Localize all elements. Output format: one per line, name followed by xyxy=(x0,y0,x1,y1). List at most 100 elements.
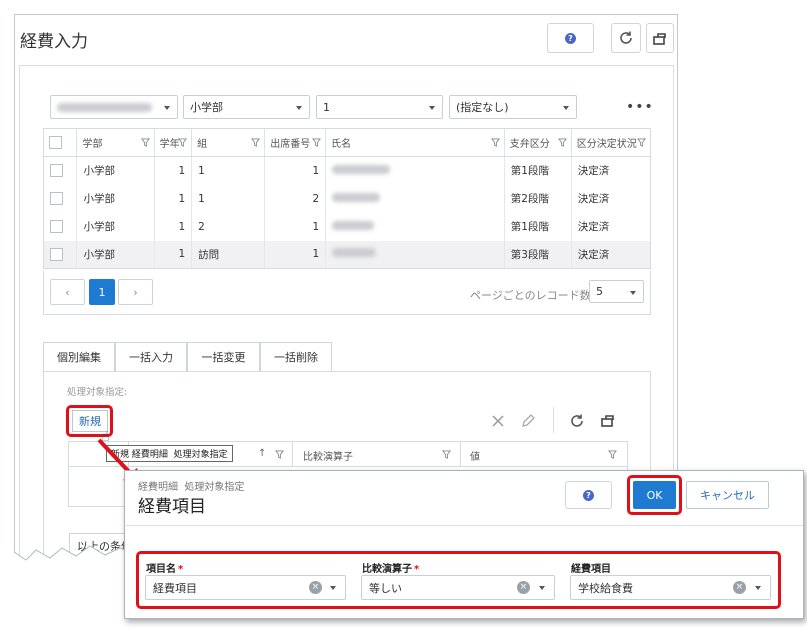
clear-icon[interactable]: × xyxy=(733,581,746,594)
item-name-select[interactable]: 経費項目 × xyxy=(145,575,346,600)
clear-icon[interactable]: × xyxy=(309,581,322,594)
col-header-name[interactable]: 氏名 xyxy=(325,128,505,157)
col-header-operator[interactable]: 比較演算子 xyxy=(303,448,353,463)
toolbar-divider xyxy=(553,407,554,433)
filter-icon[interactable] xyxy=(557,138,567,147)
operator-value: 等しい xyxy=(369,581,402,595)
tab-bulk-change[interactable]: 一括変更 xyxy=(187,342,260,372)
cell-name xyxy=(325,212,505,241)
col-header-grade[interactable]: 学年 xyxy=(154,128,193,157)
table-row[interactable]: 小学部 1 1 2 第2段階 決定済 xyxy=(43,184,651,213)
cell-attendance-no: 1 xyxy=(264,156,327,185)
select-all-cell[interactable] xyxy=(43,128,78,157)
cell-payment-class: 第1段階 xyxy=(504,212,572,241)
col-divider xyxy=(460,441,461,467)
level-select[interactable]: 小学部 xyxy=(183,95,310,119)
cell-class: 1 xyxy=(191,156,266,185)
filter-icon[interactable] xyxy=(608,450,617,459)
cell-class: 2 xyxy=(191,212,266,241)
sort-up-icon[interactable]: ↑ xyxy=(258,448,266,459)
grade-select[interactable]: 1 xyxy=(316,95,443,119)
row-checkbox[interactable] xyxy=(50,220,63,233)
dialog-help-button[interactable]: ? xyxy=(565,481,612,509)
item-name-value: 経費項目 xyxy=(153,581,197,595)
filter-icon[interactable] xyxy=(178,138,188,147)
close-icon[interactable] xyxy=(491,414,505,428)
col-header-attendance-no[interactable]: 出席番号 xyxy=(264,128,327,157)
cell-department: 小学部 xyxy=(76,156,155,185)
col-header-value[interactable]: 値 xyxy=(470,448,480,463)
table-row[interactable]: 小学部 1 訪問 1 第3段階 決定済 xyxy=(43,240,651,269)
row-select-cell[interactable] xyxy=(43,184,78,213)
unlock-icon[interactable] xyxy=(600,412,616,428)
filter-icon[interactable] xyxy=(312,138,322,147)
tab-individual-edit[interactable]: 個別編集 xyxy=(43,342,115,372)
dialog-title: 経費項目 xyxy=(138,497,206,517)
filter-icon[interactable] xyxy=(251,138,261,147)
tab-bulk-input[interactable]: 一括入力 xyxy=(115,342,187,372)
cell-department: 小学部 xyxy=(76,240,155,269)
field-label-operator: 比較演算子 * xyxy=(362,564,420,575)
filter-icon[interactable] xyxy=(637,138,646,147)
next-page-button[interactable]: › xyxy=(118,279,153,305)
cell-status: 決定済 xyxy=(571,240,651,269)
page-1-button[interactable]: 1 xyxy=(89,279,115,305)
cancel-button[interactable]: キャンセル xyxy=(686,481,769,509)
col-header-class[interactable]: 組 xyxy=(191,128,266,157)
refresh-button[interactable] xyxy=(611,23,641,53)
help-icon: ? xyxy=(583,489,594,501)
cell-grade: 1 xyxy=(154,184,193,213)
cell-name xyxy=(325,240,505,269)
col-header-payment-class[interactable]: 支弁区分 xyxy=(504,128,572,157)
more-icon[interactable]: ••• xyxy=(626,99,654,115)
dialog-divider xyxy=(125,525,803,526)
prev-page-button[interactable]: ‹ xyxy=(50,279,85,305)
cell-status: 決定済 xyxy=(577,193,610,205)
unlock-icon xyxy=(653,33,666,45)
operator-select[interactable]: 等しい × xyxy=(361,575,555,600)
filter-icon[interactable] xyxy=(140,138,150,147)
pencil-icon[interactable] xyxy=(521,414,535,428)
per-page-select[interactable]: 5 xyxy=(589,280,644,303)
ok-button[interactable]: OK xyxy=(633,481,676,509)
class-value: (指定なし) xyxy=(456,101,509,114)
condition-dialog: 経費明細 処理対象指定 経費項目 ? OK キャンセル 項目名 * 経費項目 × 比… xyxy=(124,470,804,619)
target-spec-label: 処理対象指定: xyxy=(67,387,128,398)
cell-attendance-no: 2 xyxy=(264,184,327,213)
cell-name xyxy=(325,156,505,185)
select-all-checkbox[interactable] xyxy=(49,136,62,149)
clear-icon[interactable]: × xyxy=(517,581,530,594)
cell-grade: 1 xyxy=(154,156,193,185)
table-row[interactable]: 小学部 1 2 1 第1段階 決定済 xyxy=(43,212,651,241)
popout-button[interactable] xyxy=(646,23,674,53)
filter-icon[interactable] xyxy=(275,450,284,459)
cell-payment-class: 第3段階 xyxy=(504,240,572,269)
expense-item-select[interactable]: 学校給食費 × xyxy=(570,575,771,600)
level-value: 小学部 xyxy=(190,101,223,114)
help-button[interactable]: ? xyxy=(547,23,594,53)
cell-payment-class: 第1段階 xyxy=(504,156,572,185)
cell-status: 決定済 xyxy=(577,221,610,233)
row-select-cell[interactable] xyxy=(43,240,78,269)
row-checkbox[interactable] xyxy=(50,247,63,261)
grade-value: 1 xyxy=(323,100,330,114)
row-checkbox[interactable] xyxy=(50,164,63,178)
row-select-cell[interactable] xyxy=(43,156,78,185)
table-header-row: 学部 学年 組 出席番号 氏名 支弁区分 区分決定状況 xyxy=(43,128,651,157)
cell-name xyxy=(325,184,505,213)
refresh-icon[interactable] xyxy=(569,413,585,429)
school-select[interactable] xyxy=(50,95,178,119)
cell-payment-class: 第2段階 xyxy=(504,184,572,213)
row-checkbox[interactable] xyxy=(50,192,63,205)
col-divider xyxy=(292,441,293,467)
tab-bulk-delete[interactable]: 一括削除 xyxy=(260,342,332,372)
help-icon: ? xyxy=(565,32,576,44)
table-row[interactable]: 小学部 1 1 1 第1段階 決定済 xyxy=(43,156,651,185)
filter-icon[interactable] xyxy=(442,450,451,459)
row-select-cell[interactable] xyxy=(43,212,78,241)
class-select[interactable]: (指定なし) xyxy=(449,95,577,119)
field-label-expense-item: 経費項目 xyxy=(571,564,611,575)
filter-icon[interactable] xyxy=(490,138,500,147)
col-header-department[interactable]: 学部 xyxy=(76,128,155,157)
col-header-status[interactable]: 区分決定状況 xyxy=(571,128,651,157)
